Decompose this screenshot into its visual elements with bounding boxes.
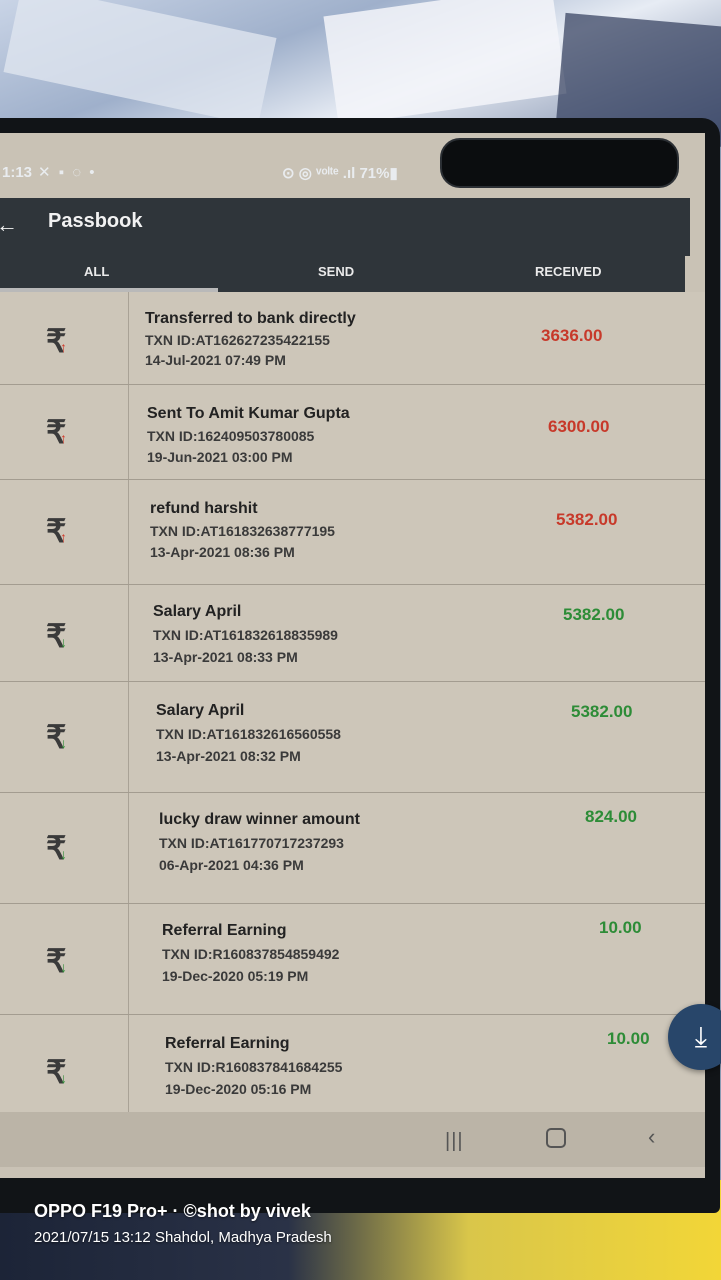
transaction-row[interactable]: ₹ ↓ lucky draw winner amount TXN ID:AT161… — [0, 793, 705, 904]
transaction-row[interactable]: ₹ ↓ Referral Earning TXN ID:R160837854859… — [0, 904, 705, 1015]
transaction-amount: 6300.00 — [548, 417, 610, 436]
transaction-date: 13-Apr-2021 08:33 PM — [153, 649, 298, 665]
transaction-title: Salary April — [153, 603, 242, 620]
transaction-icon-cell: ₹ ↓ — [0, 904, 129, 1014]
rupee-credit-icon: ₹ ↓ — [46, 719, 67, 755]
transaction-title: Sent To Amit Kumar Gupta — [147, 405, 350, 422]
transaction-icon-cell: ₹ ↓ — [0, 1015, 129, 1127]
transaction-title: lucky draw winner amount — [159, 811, 360, 828]
transaction-amount: 5382.00 — [556, 510, 618, 529]
transaction-amount: 824.00 — [585, 807, 637, 826]
camera-watermark-device: OPPO F19 Pro+ · ©shot by vivek — [34, 1201, 311, 1221]
transaction-title: Salary April — [156, 702, 245, 719]
transaction-row[interactable]: ₹ ↑ Transferred to bank directly TXN ID:A… — [0, 292, 705, 385]
camera-watermark-location: 2021/07/15 13:12 Shahdol, Madhya Pradesh — [34, 1229, 332, 1246]
tab-all[interactable]: ALL — [84, 264, 109, 279]
transaction-row[interactable]: ₹ ↑ Sent To Amit Kumar Gupta TXN ID:16240… — [0, 385, 705, 480]
transaction-id: TXN ID:162409503780085 — [147, 428, 315, 444]
download-button[interactable]: ⤓ — [668, 1004, 721, 1070]
transaction-icon-cell: ₹ ↑ — [0, 385, 129, 479]
transaction-id: TXN ID:AT161770717237293 — [159, 835, 344, 851]
transaction-title: Transferred to bank directly — [145, 310, 356, 327]
tab-send[interactable]: SEND — [318, 264, 354, 279]
transaction-date: 19-Dec-2020 05:16 PM — [165, 1081, 312, 1097]
transaction-title: Referral Earning — [162, 922, 287, 939]
transaction-date: 13-Apr-2021 08:32 PM — [156, 748, 301, 764]
background-object — [3, 0, 277, 127]
app-bar: ← Passbook — [0, 198, 690, 256]
transaction-id: TXN ID:AT161832618835989 — [153, 627, 338, 643]
system-nav-bar: ||| ‹ — [0, 1112, 705, 1167]
back-arrow-icon[interactable]: ← — [0, 212, 18, 238]
recent-apps-icon[interactable]: ||| — [445, 1130, 464, 1153]
transaction-id: TXN ID:R160837841684255 — [165, 1059, 343, 1075]
transaction-row[interactable]: ₹ ↑ refund harshit TXN ID:AT1618326387771… — [0, 480, 705, 585]
background-object — [323, 0, 567, 126]
rupee-credit-icon: ₹ ↓ — [46, 943, 67, 979]
rupee-debit-icon: ₹ ↑ — [46, 323, 67, 359]
status-bar: 1:13 ✕ ▪ ◌ • ⊙ ◎ ᵛᵒˡᵗᵉ .ıl 71%▮ — [0, 148, 690, 198]
transaction-icon-cell: ₹ ↑ — [0, 480, 129, 584]
rupee-debit-icon: ₹ ↑ — [46, 513, 67, 549]
transaction-icon-cell: ₹ ↓ — [0, 682, 129, 792]
transaction-icon-cell: ₹ ↓ — [0, 793, 129, 903]
transaction-id: TXN ID:AT161832616560558 — [156, 726, 341, 742]
status-battery-signal: ⊙ ◎ ᵛᵒˡᵗᵉ .ıl 71%▮ — [282, 165, 398, 182]
tab-received[interactable]: RECEIVED — [535, 264, 601, 279]
transaction-date: 19-Dec-2020 05:19 PM — [162, 968, 309, 984]
transaction-date: 14-Jul-2021 07:49 PM — [145, 352, 286, 368]
transaction-title: Referral Earning — [165, 1035, 290, 1052]
status-notification-icons: ✕ ▪ ◌ • — [38, 164, 97, 181]
transaction-row[interactable]: ₹ ↓ Salary April TXN ID:AT161832616560558… — [0, 682, 705, 793]
rupee-credit-icon: ₹ ↓ — [46, 1054, 67, 1090]
rupee-debit-icon: ₹ ↑ — [46, 414, 67, 450]
transaction-amount: 5382.00 — [563, 605, 625, 624]
nav-back-icon[interactable]: ‹ — [648, 1124, 655, 1150]
transaction-icon-cell: ₹ ↑ — [0, 292, 129, 384]
rupee-credit-icon: ₹ ↓ — [46, 618, 67, 654]
transaction-date: 13-Apr-2021 08:36 PM — [150, 544, 295, 560]
download-icon: ⤓ — [694, 1021, 708, 1052]
page-title: Passbook — [48, 210, 143, 232]
transaction-date: 19-Jun-2021 03:00 PM — [147, 449, 293, 465]
transaction-icon-cell: ₹ ↓ — [0, 585, 129, 681]
transaction-id: TXN ID:R160837854859492 — [162, 946, 340, 962]
transaction-row[interactable]: ₹ ↓ Salary April TXN ID:AT161832618835989… — [0, 585, 705, 682]
status-time: 1:13 — [2, 164, 33, 181]
transaction-list: ₹ ↑ Transferred to bank directly TXN ID:A… — [0, 292, 705, 1128]
transaction-amount: 5382.00 — [571, 702, 633, 721]
tab-bar: ALL SEND RECEIVED — [0, 256, 685, 292]
rupee-credit-icon: ₹ ↓ — [46, 830, 67, 866]
transaction-date: 06-Apr-2021 04:36 PM — [159, 857, 304, 873]
home-icon[interactable] — [546, 1128, 566, 1148]
transaction-id: TXN ID:AT162627235422155 — [145, 332, 330, 348]
transaction-title: refund harshit — [150, 500, 258, 517]
transaction-amount: 10.00 — [599, 918, 642, 937]
transaction-id: TXN ID:AT161832638777195 — [150, 523, 335, 539]
transaction-amount: 3636.00 — [541, 326, 603, 345]
transaction-amount: 10.00 — [607, 1029, 650, 1048]
